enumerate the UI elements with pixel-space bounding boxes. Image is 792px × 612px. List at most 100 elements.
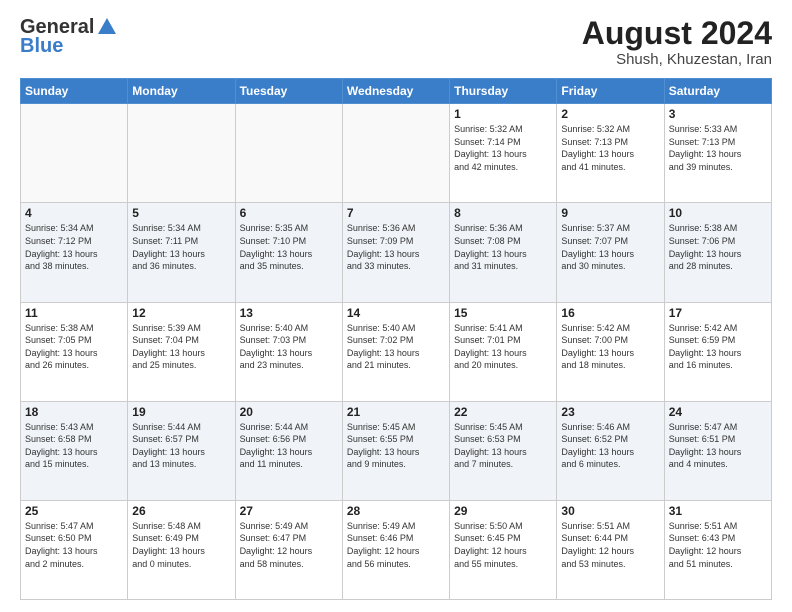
day-info: Sunrise: 5:47 AM Sunset: 6:50 PM Dayligh… bbox=[25, 520, 123, 570]
day-number: 15 bbox=[454, 306, 552, 320]
day-info: Sunrise: 5:33 AM Sunset: 7:13 PM Dayligh… bbox=[669, 123, 767, 173]
calendar-cell bbox=[128, 104, 235, 203]
calendar-cell: 26 Sunrise: 5:48 AM Sunset: 6:49 PM Dayli… bbox=[128, 500, 235, 599]
calendar-cell: 1Sunrise: 5:32 AM Sunset: 7:14 PM Daylig… bbox=[450, 104, 557, 203]
col-header-saturday: Saturday bbox=[664, 79, 771, 104]
day-info: Sunrise: 5:32 AM Sunset: 7:14 PM Dayligh… bbox=[454, 123, 552, 173]
day-number: 8 bbox=[454, 206, 552, 220]
day-number: 7 bbox=[347, 206, 445, 220]
day-number: 4 bbox=[25, 206, 123, 220]
day-number: 3 bbox=[669, 107, 767, 121]
day-info: Sunrise: 5:41 AM Sunset: 7:01 PM Dayligh… bbox=[454, 322, 552, 372]
day-number: 25 bbox=[25, 504, 123, 518]
day-info: Sunrise: 5:51 AM Sunset: 6:43 PM Dayligh… bbox=[669, 520, 767, 570]
day-info: Sunrise: 5:43 AM Sunset: 6:58 PM Dayligh… bbox=[25, 421, 123, 471]
day-number: 22 bbox=[454, 405, 552, 419]
calendar-cell: 31 Sunrise: 5:51 AM Sunset: 6:43 PM Dayli… bbox=[664, 500, 771, 599]
day-number: 27 bbox=[240, 504, 338, 518]
calendar-cell: 30Sunrise: 5:51 AM Sunset: 6:44 PM Dayli… bbox=[557, 500, 664, 599]
col-header-wednesday: Wednesday bbox=[342, 79, 449, 104]
day-info: Sunrise: 5:45 AM Sunset: 6:53 PM Dayligh… bbox=[454, 421, 552, 471]
day-number: 10 bbox=[669, 206, 767, 220]
calendar-cell: 10 Sunrise: 5:38 AM Sunset: 7:06 PM Dayli… bbox=[664, 203, 771, 302]
day-number: 31 bbox=[669, 504, 767, 518]
day-number: 18 bbox=[25, 405, 123, 419]
day-info: Sunrise: 5:51 AM Sunset: 6:44 PM Dayligh… bbox=[561, 520, 659, 570]
calendar-table: SundayMondayTuesdayWednesdayThursdayFrid… bbox=[20, 78, 772, 600]
calendar-cell: 7 Sunrise: 5:36 AM Sunset: 7:09 PM Daylig… bbox=[342, 203, 449, 302]
day-number: 11 bbox=[25, 306, 123, 320]
day-info: Sunrise: 5:42 AM Sunset: 7:00 PM Dayligh… bbox=[561, 322, 659, 372]
col-header-thursday: Thursday bbox=[450, 79, 557, 104]
day-number: 2 bbox=[561, 107, 659, 121]
logo-icon bbox=[96, 16, 118, 38]
calendar-week-row: 4 Sunrise: 5:34 AM Sunset: 7:12 PM Daylig… bbox=[21, 203, 772, 302]
calendar-cell: 16 Sunrise: 5:42 AM Sunset: 7:00 PM Dayli… bbox=[557, 302, 664, 401]
day-info: Sunrise: 5:34 AM Sunset: 7:11 PM Dayligh… bbox=[132, 222, 230, 272]
day-number: 12 bbox=[132, 306, 230, 320]
col-header-sunday: Sunday bbox=[21, 79, 128, 104]
day-info: Sunrise: 5:34 AM Sunset: 7:12 PM Dayligh… bbox=[25, 222, 123, 272]
day-number: 21 bbox=[347, 405, 445, 419]
day-info: Sunrise: 5:32 AM Sunset: 7:13 PM Dayligh… bbox=[561, 123, 659, 173]
col-header-monday: Monday bbox=[128, 79, 235, 104]
calendar-week-row: 1Sunrise: 5:32 AM Sunset: 7:14 PM Daylig… bbox=[21, 104, 772, 203]
day-number: 5 bbox=[132, 206, 230, 220]
day-info: Sunrise: 5:37 AM Sunset: 7:07 PM Dayligh… bbox=[561, 222, 659, 272]
day-number: 19 bbox=[132, 405, 230, 419]
day-info: Sunrise: 5:44 AM Sunset: 6:57 PM Dayligh… bbox=[132, 421, 230, 471]
calendar-cell: 12 Sunrise: 5:39 AM Sunset: 7:04 PM Dayli… bbox=[128, 302, 235, 401]
calendar-week-row: 11 Sunrise: 5:38 AM Sunset: 7:05 PM Dayli… bbox=[21, 302, 772, 401]
calendar-cell: 17Sunrise: 5:42 AM Sunset: 6:59 PM Dayli… bbox=[664, 302, 771, 401]
day-number: 29 bbox=[454, 504, 552, 518]
calendar-cell: 29 Sunrise: 5:50 AM Sunset: 6:45 PM Dayli… bbox=[450, 500, 557, 599]
logo-blue: Blue bbox=[20, 35, 63, 58]
day-info: Sunrise: 5:38 AM Sunset: 7:06 PM Dayligh… bbox=[669, 222, 767, 272]
day-info: Sunrise: 5:44 AM Sunset: 6:56 PM Dayligh… bbox=[240, 421, 338, 471]
calendar-cell: 25 Sunrise: 5:47 AM Sunset: 6:50 PM Dayli… bbox=[21, 500, 128, 599]
calendar-header-row: SundayMondayTuesdayWednesdayThursdayFrid… bbox=[21, 79, 772, 104]
location: Shush, Khuzestan, Iran bbox=[582, 51, 772, 68]
calendar-cell bbox=[342, 104, 449, 203]
day-info: Sunrise: 5:49 AM Sunset: 6:46 PM Dayligh… bbox=[347, 520, 445, 570]
day-info: Sunrise: 5:48 AM Sunset: 6:49 PM Dayligh… bbox=[132, 520, 230, 570]
calendar-cell: 6 Sunrise: 5:35 AM Sunset: 7:10 PM Daylig… bbox=[235, 203, 342, 302]
day-number: 20 bbox=[240, 405, 338, 419]
day-number: 13 bbox=[240, 306, 338, 320]
day-number: 16 bbox=[561, 306, 659, 320]
calendar-cell: 22 Sunrise: 5:45 AM Sunset: 6:53 PM Dayli… bbox=[450, 401, 557, 500]
day-number: 23 bbox=[561, 405, 659, 419]
day-info: Sunrise: 5:50 AM Sunset: 6:45 PM Dayligh… bbox=[454, 520, 552, 570]
day-info: Sunrise: 5:35 AM Sunset: 7:10 PM Dayligh… bbox=[240, 222, 338, 272]
day-info: Sunrise: 5:45 AM Sunset: 6:55 PM Dayligh… bbox=[347, 421, 445, 471]
calendar-cell: 20 Sunrise: 5:44 AM Sunset: 6:56 PM Dayli… bbox=[235, 401, 342, 500]
day-info: Sunrise: 5:47 AM Sunset: 6:51 PM Dayligh… bbox=[669, 421, 767, 471]
calendar-cell: 5 Sunrise: 5:34 AM Sunset: 7:11 PM Daylig… bbox=[128, 203, 235, 302]
page: General Blue August 2024 Shush, Khuzesta… bbox=[0, 0, 792, 612]
calendar-week-row: 18 Sunrise: 5:43 AM Sunset: 6:58 PM Dayli… bbox=[21, 401, 772, 500]
calendar-cell: 23Sunrise: 5:46 AM Sunset: 6:52 PM Dayli… bbox=[557, 401, 664, 500]
header: General Blue August 2024 Shush, Khuzesta… bbox=[20, 16, 772, 68]
calendar-cell: 14Sunrise: 5:40 AM Sunset: 7:02 PM Dayli… bbox=[342, 302, 449, 401]
day-number: 26 bbox=[132, 504, 230, 518]
day-info: Sunrise: 5:38 AM Sunset: 7:05 PM Dayligh… bbox=[25, 322, 123, 372]
day-number: 14 bbox=[347, 306, 445, 320]
day-number: 9 bbox=[561, 206, 659, 220]
calendar-week-row: 25 Sunrise: 5:47 AM Sunset: 6:50 PM Dayli… bbox=[21, 500, 772, 599]
month-year: August 2024 bbox=[582, 16, 772, 51]
col-header-tuesday: Tuesday bbox=[235, 79, 342, 104]
calendar-cell: 18 Sunrise: 5:43 AM Sunset: 6:58 PM Dayli… bbox=[21, 401, 128, 500]
day-number: 17 bbox=[669, 306, 767, 320]
calendar-cell: 13Sunrise: 5:40 AM Sunset: 7:03 PM Dayli… bbox=[235, 302, 342, 401]
title-block: August 2024 Shush, Khuzestan, Iran bbox=[582, 16, 772, 68]
calendar-cell bbox=[21, 104, 128, 203]
day-info: Sunrise: 5:36 AM Sunset: 7:09 PM Dayligh… bbox=[347, 222, 445, 272]
calendar-cell: 21 Sunrise: 5:45 AM Sunset: 6:55 PM Dayli… bbox=[342, 401, 449, 500]
day-number: 6 bbox=[240, 206, 338, 220]
day-info: Sunrise: 5:39 AM Sunset: 7:04 PM Dayligh… bbox=[132, 322, 230, 372]
calendar-cell: 27Sunrise: 5:49 AM Sunset: 6:47 PM Dayli… bbox=[235, 500, 342, 599]
calendar-cell: 19 Sunrise: 5:44 AM Sunset: 6:57 PM Dayli… bbox=[128, 401, 235, 500]
calendar-cell: 8Sunrise: 5:36 AM Sunset: 7:08 PM Daylig… bbox=[450, 203, 557, 302]
calendar-cell: 24Sunrise: 5:47 AM Sunset: 6:51 PM Dayli… bbox=[664, 401, 771, 500]
calendar-cell: 3 Sunrise: 5:33 AM Sunset: 7:13 PM Daylig… bbox=[664, 104, 771, 203]
